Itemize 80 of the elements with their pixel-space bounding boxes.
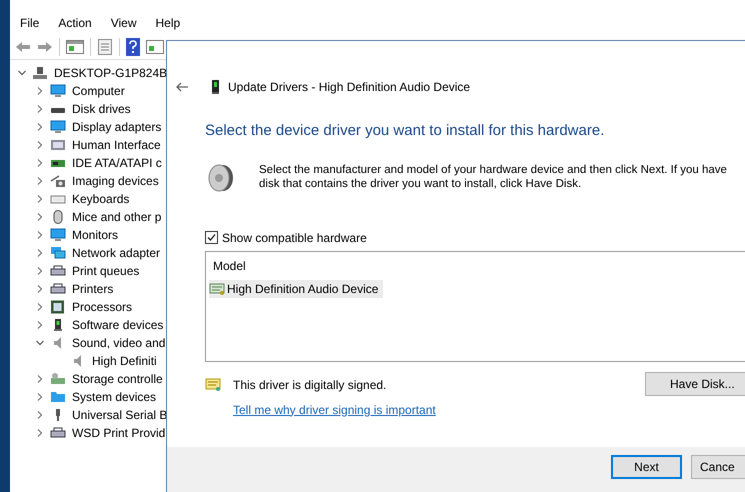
storage-icon xyxy=(50,372,66,386)
dialog-heading: Select the device driver you want to install for this hardware. xyxy=(205,121,606,141)
computer-icon xyxy=(32,66,48,80)
chevron-right-icon[interactable] xyxy=(36,285,44,293)
chevron-right-icon[interactable] xyxy=(36,267,44,275)
folder-icon xyxy=(50,390,66,404)
speaker-icon xyxy=(207,162,235,192)
menu-item[interactable]: Action xyxy=(58,14,92,32)
tree-item[interactable]: Keyboards xyxy=(72,190,130,208)
chevron-down-icon[interactable] xyxy=(36,339,44,347)
chevron-right-icon[interactable] xyxy=(36,411,44,419)
tree-item[interactable]: Sound, video and xyxy=(72,334,166,352)
tree-item[interactable]: System devices xyxy=(72,388,156,406)
tree-item[interactable]: Imaging devices xyxy=(72,172,159,190)
panel-icon[interactable] xyxy=(66,40,84,54)
tree-item[interactable]: Software devices xyxy=(72,316,164,334)
keypad-icon xyxy=(50,138,66,152)
device-icon xyxy=(212,80,219,94)
printer-icon xyxy=(50,264,66,278)
properties-icon[interactable] xyxy=(97,38,113,54)
forward-arrow-icon[interactable] xyxy=(37,40,53,52)
back-arrow-icon[interactable] xyxy=(175,82,189,92)
chevron-right-icon[interactable] xyxy=(36,159,44,167)
chevron-right-icon[interactable] xyxy=(36,141,44,149)
tree-item[interactable]: High Definiti xyxy=(92,352,157,370)
chip-icon xyxy=(50,300,66,314)
driver-icon xyxy=(209,282,225,296)
chevron-right-icon[interactable] xyxy=(36,123,44,131)
chevron-right-icon[interactable] xyxy=(36,249,44,257)
chevron-right-icon[interactable] xyxy=(36,105,44,113)
signed-note: This driver is digitally signed. xyxy=(233,376,386,394)
tree-item[interactable]: WSD Print Provid xyxy=(72,424,166,442)
back-arrow-icon[interactable] xyxy=(15,40,31,52)
network-icon xyxy=(50,246,66,260)
tree-item[interactable]: Disk drives xyxy=(72,100,131,118)
camera-icon xyxy=(50,174,66,188)
checkbox-label: Show compatible hardware xyxy=(222,230,367,246)
chevron-right-icon[interactable] xyxy=(36,177,44,185)
tree-item[interactable]: Printers xyxy=(72,280,114,298)
menu-item[interactable]: Help xyxy=(156,14,180,32)
chevron-right-icon[interactable] xyxy=(36,429,44,437)
menu-item[interactable]: File xyxy=(20,14,40,32)
tree-item[interactable]: DESKTOP-G1P824B xyxy=(54,64,168,82)
list-item[interactable]: High Definition Audio Device xyxy=(209,280,384,298)
tree-item[interactable]: Processors xyxy=(72,298,132,316)
dialog-button[interactable]: Next xyxy=(611,454,682,478)
dialog-button[interactable]: Cance xyxy=(691,454,745,478)
chevron-right-icon[interactable] xyxy=(36,321,44,329)
tree-item[interactable]: Display adapters xyxy=(72,118,162,136)
chevron-right-icon[interactable] xyxy=(36,303,44,311)
chevron-right-icon[interactable] xyxy=(36,393,44,401)
panel-icon[interactable] xyxy=(146,40,164,54)
tree-item[interactable]: Network adapter xyxy=(72,244,160,262)
help-icon[interactable] xyxy=(126,38,140,56)
tree-item[interactable]: Monitors xyxy=(72,226,118,244)
dialog-title: Update Drivers - High Definition Audio Device xyxy=(228,79,470,96)
driver-signing-link[interactable]: Tell me why driver signing is important xyxy=(233,400,645,418)
checkbox[interactable] xyxy=(205,231,218,244)
printer-icon xyxy=(50,282,66,296)
chevron-right-icon[interactable] xyxy=(36,87,44,95)
certificate-icon xyxy=(205,378,221,392)
menu-item[interactable]: View xyxy=(110,14,136,32)
column-header: Model xyxy=(212,258,247,274)
tree-item[interactable]: Storage controlle xyxy=(72,370,163,388)
description-text: Select the manufacturer and model of your hardware device and then click Next. If you have disk that contains the driver you want to install, click Have Disk. xyxy=(259,162,728,192)
chevron-right-icon[interactable] xyxy=(36,375,44,383)
have-disk-button[interactable]: Have Disk... xyxy=(645,372,745,396)
tree-item[interactable]: Mice and other p xyxy=(72,208,162,226)
printer-icon xyxy=(50,426,66,440)
tree-item[interactable]: Print queues xyxy=(72,262,140,280)
tree-item[interactable]: Human Interface xyxy=(72,136,161,154)
chevron-right-icon[interactable] xyxy=(36,231,44,239)
monitor-icon xyxy=(50,120,66,134)
tree-item[interactable]: IDE ATA/ATAPI c xyxy=(72,154,162,172)
chevron-down-icon[interactable] xyxy=(18,69,26,77)
monitor-icon xyxy=(50,228,66,242)
chevron-right-icon[interactable] xyxy=(36,195,44,203)
monitor-icon xyxy=(50,84,66,98)
tree-item[interactable]: Computer xyxy=(72,82,125,100)
chevron-right-icon[interactable] xyxy=(36,213,44,221)
